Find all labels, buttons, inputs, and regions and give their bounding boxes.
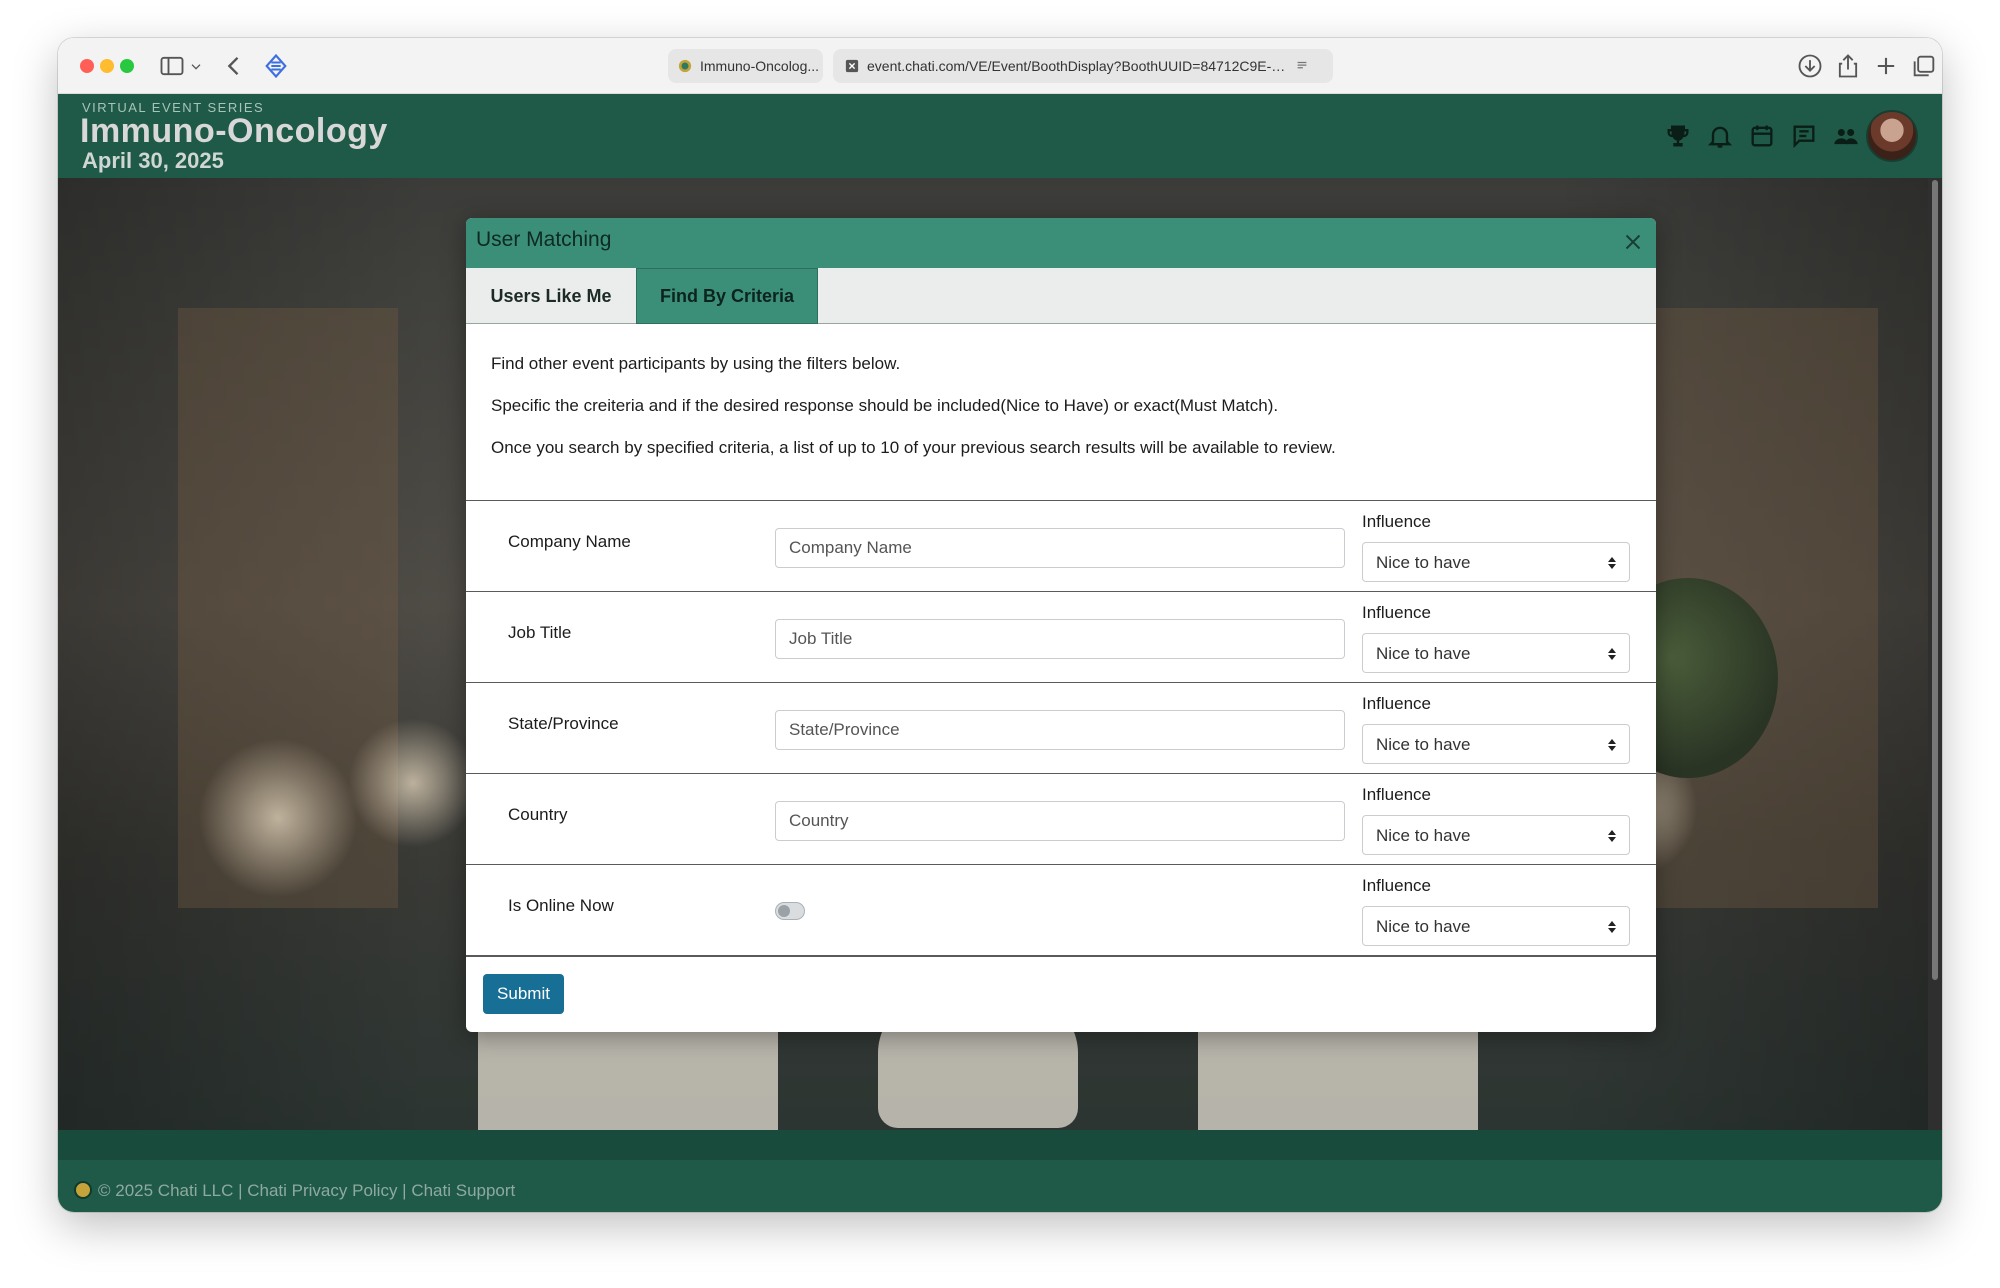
modal-header: User Matching (466, 218, 1656, 268)
tab-overview-icon[interactable] (1910, 52, 1938, 80)
select-value: Nice to have (1376, 644, 1471, 663)
select-value: Nice to have (1376, 553, 1471, 572)
state-province-label: State/Province (508, 714, 619, 733)
spacer-icon (1820, 122, 1848, 150)
criteria-row-country: Country Influence Nice to have (466, 773, 1656, 864)
user-avatar[interactable] (1866, 110, 1918, 162)
event-date: April 30, 2025 (82, 148, 224, 173)
browser-tab-label: Immuno-Oncolog... (700, 58, 820, 74)
reader-icon[interactable] (1295, 59, 1309, 73)
modal-tabs: Users Like Me Find By Criteria (466, 268, 1656, 324)
influence-label: Influence (1362, 694, 1431, 713)
new-tab-icon[interactable] (1872, 52, 1900, 80)
criteria-row-job-title: Job Title Influence Nice to have (466, 591, 1656, 682)
browser-tab-event[interactable]: Immuno-Oncolog... (668, 49, 823, 83)
criteria-form: Company Name Influence Nice to have Job … (466, 500, 1656, 955)
submit-button[interactable]: Submit (483, 974, 564, 1014)
sort-caret-icon (1607, 737, 1617, 753)
state-province-input[interactable] (775, 710, 1345, 750)
trophy-icon[interactable] (1664, 122, 1692, 150)
page-scrollbar[interactable] (1928, 178, 1942, 1130)
site-header: VIRTUAL EVENT SERIES Immuno-Oncology Apr… (58, 94, 1942, 178)
job-title-input[interactable] (775, 619, 1345, 659)
address-bar[interactable]: event.chati.com/VE/Event/BoothDisplay?Bo… (833, 49, 1333, 83)
sort-caret-icon (1607, 828, 1617, 844)
browser-window: Immuno-Oncolog... event.chati.com/VE/Eve… (58, 38, 1942, 1212)
footer-stripe (58, 1130, 1942, 1160)
download-icon[interactable] (1796, 52, 1824, 80)
extension-icon[interactable] (262, 52, 290, 80)
is-online-now-toggle[interactable] (775, 902, 805, 920)
select-value: Nice to have (1376, 826, 1471, 845)
influence-label: Influence (1362, 603, 1431, 622)
company-name-input[interactable] (775, 528, 1345, 568)
sort-caret-icon (1607, 646, 1617, 662)
site-footer: © 2025 Chati LLC | Chati Privacy Policy … (58, 1130, 1942, 1212)
tab-find-by-criteria[interactable]: Find By Criteria (636, 268, 818, 324)
company-influence-select[interactable]: Nice to have (1362, 542, 1630, 582)
calendar-icon[interactable] (1748, 122, 1776, 150)
event-title[interactable]: Immuno-Oncology (80, 112, 388, 151)
chevron-down-icon[interactable] (188, 52, 204, 80)
state-influence-select[interactable]: Nice to have (1362, 724, 1630, 764)
criteria-row-company: Company Name Influence Nice to have (466, 500, 1656, 591)
job-title-label: Job Title (508, 623, 572, 642)
influence-label: Influence (1362, 512, 1431, 531)
page: VIRTUAL EVENT SERIES Immuno-Oncology Apr… (58, 94, 1942, 1212)
chati-logo-icon (74, 1181, 92, 1199)
share-icon[interactable] (1834, 52, 1862, 80)
footer-links[interactable]: © 2025 Chati LLC | Chati Privacy Policy … (98, 1181, 515, 1201)
browser-toolbar: Immuno-Oncolog... event.chati.com/VE/Eve… (58, 38, 1942, 94)
online-influence-select[interactable]: Nice to have (1362, 906, 1630, 946)
is-online-now-label: Is Online Now (508, 896, 614, 915)
select-value: Nice to have (1376, 917, 1471, 936)
instruction-line: Specific the creiteria and if the desire… (491, 396, 1279, 415)
influence-label: Influence (1362, 876, 1431, 895)
close-icon[interactable] (1620, 229, 1646, 255)
influence-label: Influence (1362, 785, 1431, 804)
instruction-line: Find other event participants by using t… (491, 354, 901, 373)
criteria-row-online: Is Online Now Influence Nice to have (466, 864, 1656, 955)
chat-icon[interactable] (1790, 122, 1818, 150)
address-url: event.chati.com/VE/Event/BoothDisplay?Bo… (867, 58, 1287, 74)
sidebar-icon[interactable] (158, 52, 186, 80)
modal-title: User Matching (476, 228, 612, 251)
country-label: Country (508, 805, 568, 824)
page-favicon-icon (845, 59, 859, 73)
tab-users-like-me[interactable]: Users Like Me (466, 268, 636, 324)
bell-icon[interactable] (1706, 122, 1734, 150)
company-name-label: Company Name (508, 532, 631, 551)
sort-caret-icon (1607, 919, 1617, 935)
sort-caret-icon (1607, 555, 1617, 571)
toggle-knob (778, 905, 790, 917)
close-window-button[interactable] (80, 59, 94, 73)
instruction-line: Once you search by specified criteria, a… (491, 438, 1336, 457)
country-influence-select[interactable]: Nice to have (1362, 815, 1630, 855)
job-title-influence-select[interactable]: Nice to have (1362, 633, 1630, 673)
form-divider (466, 955, 1656, 957)
select-value: Nice to have (1376, 735, 1471, 754)
back-icon[interactable] (220, 52, 248, 80)
country-input[interactable] (775, 801, 1345, 841)
maximize-window-button[interactable] (120, 59, 134, 73)
minimize-window-button[interactable] (100, 59, 114, 73)
scrollbar-thumb[interactable] (1932, 180, 1938, 980)
chati-favicon-icon (678, 59, 692, 73)
user-matching-modal: User Matching Users Like Me Find By Crit… (466, 218, 1656, 1032)
criteria-row-state: State/Province Influence Nice to have (466, 682, 1656, 773)
instructions: Find other event participants by using t… (491, 352, 1631, 478)
